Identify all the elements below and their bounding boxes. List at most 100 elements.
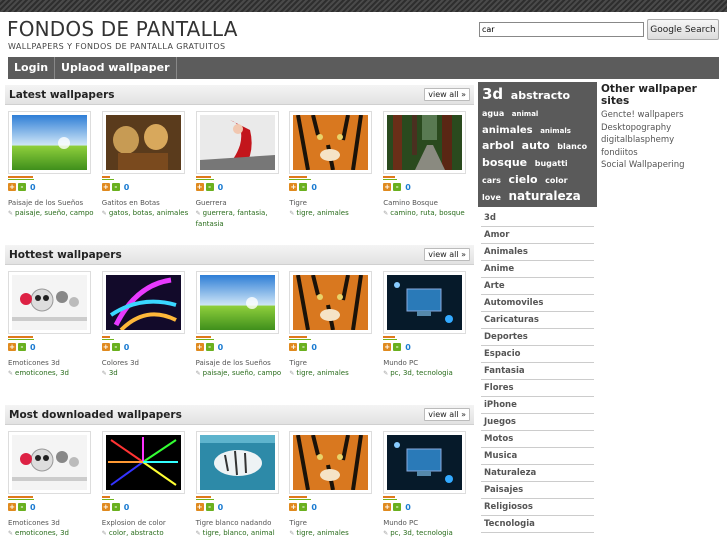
view-all-button[interactable]: view all » [424, 248, 470, 261]
login-link[interactable]: Login [8, 57, 56, 79]
category-link[interactable]: Animales [481, 244, 594, 261]
tag-cloud-link[interactable]: abstracto [511, 90, 570, 102]
wallpaper-thumbnail[interactable] [195, 271, 279, 334]
view-all-button[interactable]: view all » [424, 408, 470, 421]
tag-cloud-link[interactable]: love [482, 193, 501, 202]
wallpaper-thumbnail[interactable] [383, 431, 467, 494]
search-input[interactable] [479, 22, 644, 37]
vote-up-icon[interactable]: + [8, 343, 16, 351]
vote-down-icon[interactable]: - [205, 183, 214, 191]
vote-up-icon[interactable]: + [289, 183, 298, 191]
vote-down-icon[interactable]: - [111, 183, 120, 191]
vote-up-icon[interactable]: + [383, 183, 392, 191]
tag-cloud-link[interactable]: 3d [482, 86, 503, 103]
wallpaper-title[interactable]: Explosion de color [102, 519, 193, 528]
vote-up-icon[interactable]: + [101, 343, 110, 351]
wallpaper-thumbnail[interactable] [289, 431, 373, 494]
category-link[interactable]: Naturaleza [481, 465, 594, 482]
other-site-link[interactable]: Gencte! wallpapers [601, 109, 727, 122]
vote-down-icon[interactable]: - [299, 183, 308, 191]
vote-down-icon[interactable]: - [111, 503, 120, 511]
wallpaper-title[interactable]: Paisaje de los Sueños [8, 199, 99, 208]
wallpaper-title[interactable]: Tigre blanco nadando [196, 519, 287, 528]
vote-up-icon[interactable]: + [101, 183, 110, 191]
vote-down-icon[interactable]: - [393, 183, 402, 191]
wallpaper-title[interactable]: Tigre [289, 519, 380, 528]
wallpaper-thumbnail[interactable] [289, 111, 373, 174]
category-link[interactable]: Caricaturas [481, 312, 594, 329]
wallpaper-thumbnail[interactable] [383, 271, 467, 334]
category-link[interactable]: Flores [481, 380, 594, 397]
vote-down-icon[interactable]: - [18, 503, 26, 511]
vote-up-icon[interactable]: + [383, 343, 392, 351]
wallpaper-tags[interactable]: emoticones, 3d [15, 529, 69, 537]
category-link[interactable]: Religiosos [481, 499, 594, 516]
vote-up-icon[interactable]: + [195, 343, 204, 351]
wallpaper-tags[interactable]: 3d [109, 369, 118, 377]
category-link[interactable]: Espacio [481, 346, 594, 363]
upload-wallpaper-link[interactable]: Uplaod wallpaper [55, 57, 177, 79]
wallpaper-tags[interactable]: paisaje, sueño, campo [15, 209, 94, 217]
wallpaper-thumbnail[interactable] [195, 111, 279, 174]
other-site-link[interactable]: fondiitos [601, 147, 727, 160]
wallpaper-tags[interactable]: guerrera, fantasia, fantasia [196, 209, 268, 228]
category-link[interactable]: Tecnologia [481, 516, 594, 533]
category-link[interactable]: Deportes [481, 329, 594, 346]
wallpaper-tags[interactable]: color, abstracto [109, 529, 164, 537]
tag-cloud-link[interactable]: agua [482, 109, 504, 118]
tag-cloud-link[interactable]: blanco [557, 142, 587, 151]
other-site-link[interactable]: Social Wallpapering [601, 159, 727, 172]
tag-cloud-link[interactable]: bosque [482, 157, 527, 169]
wallpaper-tags[interactable]: paisaje, sueño, campo [203, 369, 282, 377]
vote-up-icon[interactable]: + [101, 503, 110, 511]
tag-cloud-link[interactable]: animales [482, 125, 533, 137]
vote-up-icon[interactable]: + [195, 503, 204, 511]
wallpaper-title[interactable]: Gatitos en Botas [102, 199, 193, 208]
wallpaper-title[interactable]: Emoticones 3d [8, 519, 99, 528]
vote-down-icon[interactable]: - [299, 343, 308, 351]
category-link[interactable]: Anime [481, 261, 594, 278]
tag-cloud-link[interactable]: animal [512, 110, 539, 118]
category-link[interactable]: Musica [481, 448, 594, 465]
vote-down-icon[interactable]: - [111, 343, 120, 351]
vote-down-icon[interactable]: - [393, 503, 402, 511]
category-link[interactable]: Arte [481, 278, 594, 295]
vote-down-icon[interactable]: - [393, 343, 402, 351]
wallpaper-thumbnail[interactable] [101, 271, 185, 334]
wallpaper-title[interactable]: Mundo PC [383, 359, 474, 368]
tag-cloud-link[interactable]: color [545, 176, 567, 185]
site-title[interactable]: FONDOS DE PANTALLA [7, 17, 238, 41]
tag-cloud-link[interactable]: arbol [482, 140, 514, 152]
vote-down-icon[interactable]: - [299, 503, 308, 511]
other-site-link[interactable]: digitalblasphemy [601, 134, 727, 147]
wallpaper-thumbnail[interactable] [383, 111, 467, 174]
wallpaper-tags[interactable]: gatos, botas, animales [109, 209, 188, 217]
tag-cloud-link[interactable]: cielo [508, 174, 537, 186]
vote-up-icon[interactable]: + [195, 183, 204, 191]
category-link[interactable]: iPhone [481, 397, 594, 414]
vote-up-icon[interactable]: + [289, 503, 298, 511]
wallpaper-thumbnail[interactable] [195, 431, 279, 494]
wallpaper-title[interactable]: Camino Bosque [383, 199, 474, 208]
wallpaper-tags[interactable]: camino, ruta, bosque [390, 209, 464, 217]
wallpaper-title[interactable]: Guerrera [196, 199, 287, 208]
wallpaper-tags[interactable]: tigre, animales [296, 369, 348, 377]
tag-cloud-link[interactable]: auto [522, 140, 550, 152]
wallpaper-title[interactable]: Paisaje de los Sueños [196, 359, 287, 368]
wallpaper-thumbnail[interactable] [8, 111, 91, 174]
vote-down-icon[interactable]: - [205, 343, 214, 351]
other-site-link[interactable]: Desktopography [601, 122, 727, 135]
tag-cloud-link[interactable]: animals [540, 127, 571, 135]
wallpaper-tags[interactable]: pc, 3d, tecnologia [390, 369, 453, 377]
wallpaper-thumbnail[interactable] [8, 271, 91, 334]
wallpaper-tags[interactable]: tigre, animales [296, 529, 348, 537]
wallpaper-tags[interactable]: tigre, blanco, animal [203, 529, 275, 537]
wallpaper-thumbnail[interactable] [289, 271, 373, 334]
wallpaper-title[interactable]: Emoticones 3d [8, 359, 99, 368]
vote-up-icon[interactable]: + [289, 343, 298, 351]
view-all-button[interactable]: view all » [424, 88, 470, 101]
category-link[interactable]: Fantasia [481, 363, 594, 380]
wallpaper-title[interactable]: Tigre [289, 199, 380, 208]
category-link[interactable]: Automoviles [481, 295, 594, 312]
vote-up-icon[interactable]: + [8, 183, 16, 191]
